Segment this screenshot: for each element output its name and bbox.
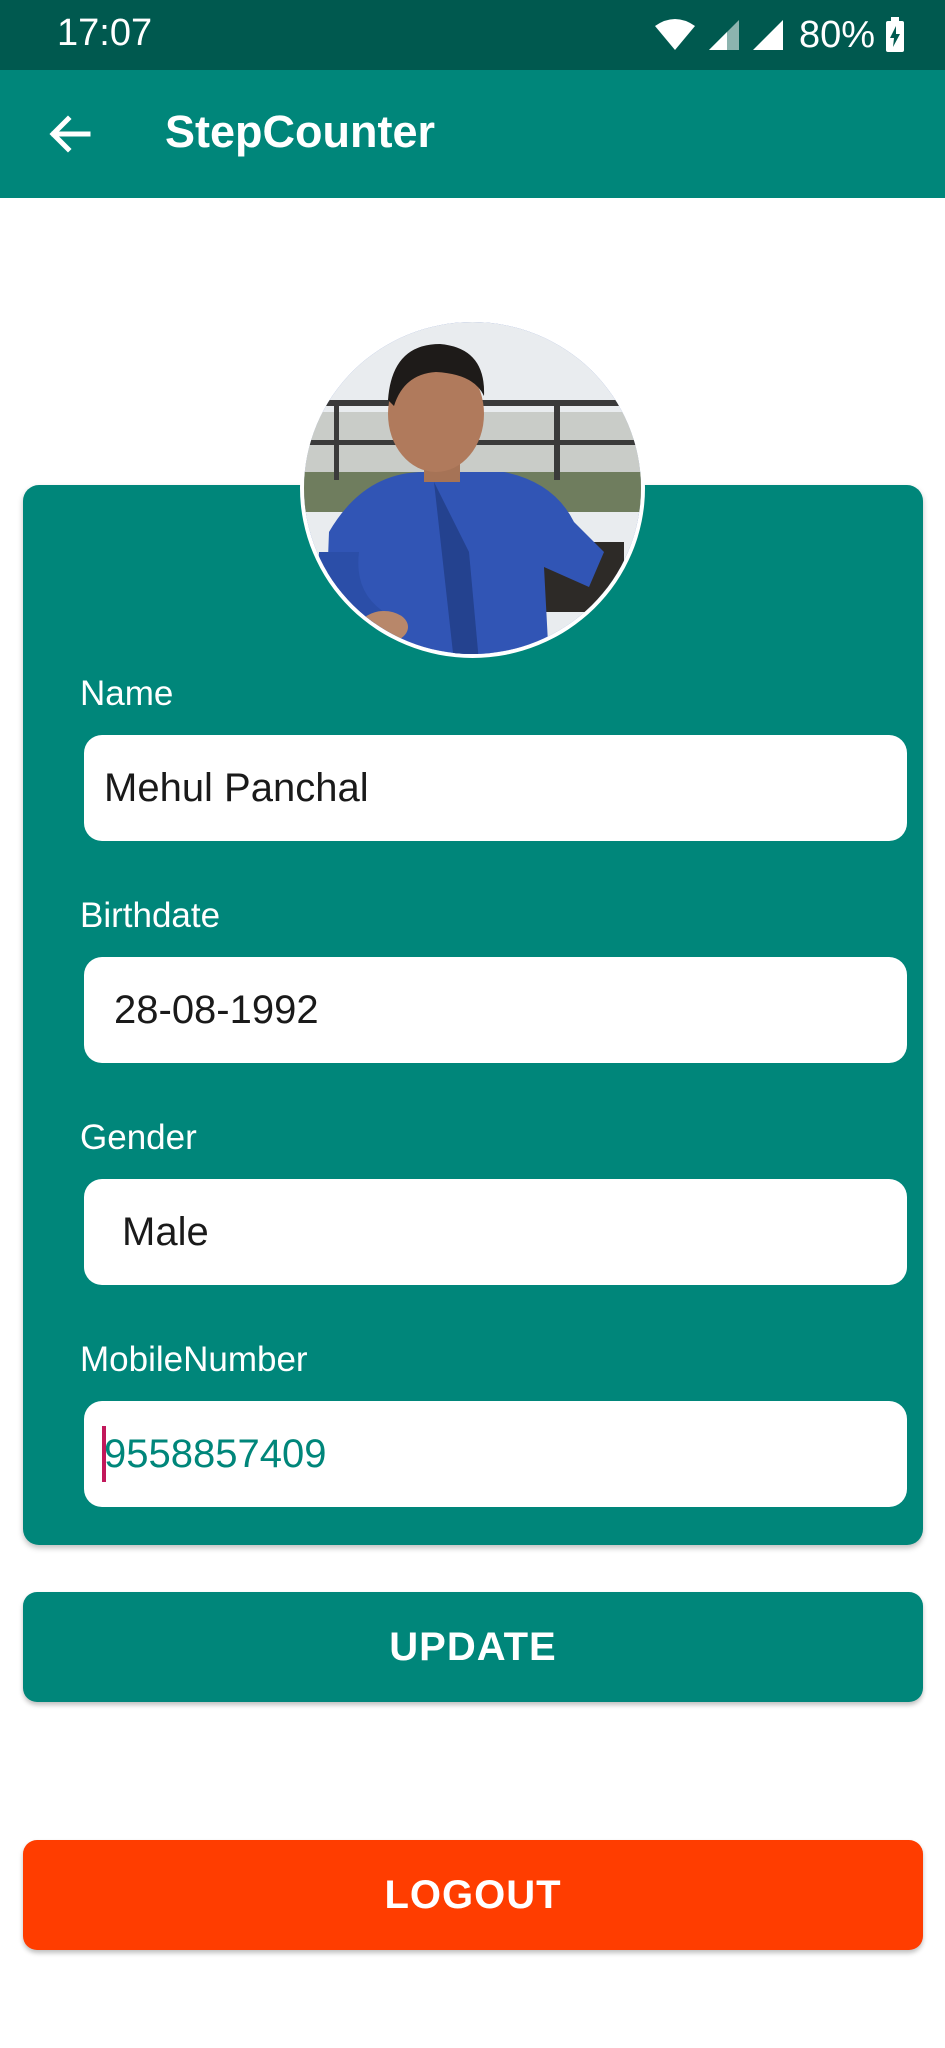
battery-charging-icon [886,17,904,52]
profile-photo [304,322,641,654]
name-field[interactable]: Mehul Panchal [84,735,907,841]
avatar[interactable] [300,318,645,658]
gender-field[interactable]: Male [84,1179,907,1285]
status-icons: 80% [653,14,905,56]
profile-screen: 17:07 80% StepCounter Name Mehul Panchal… [0,0,945,2048]
wifi-icon [654,19,695,50]
mobile-label: MobileNumber [80,1340,308,1379]
signal-icon [752,20,783,50]
birthdate-label: Birthdate [80,896,221,935]
app-bar: StepCounter [0,70,945,198]
gender-value: Male [122,1209,209,1254]
birthdate-field[interactable]: 28-08-1992 [84,957,907,1063]
name-label: Name [80,674,174,713]
arrow-left-icon [49,115,91,153]
mobile-field[interactable]: 9558857409 [84,1401,907,1507]
battery-percent: 80% [798,13,875,56]
logout-button[interactable]: LOGOUT [23,1840,923,1950]
birthdate-value: 28-08-1992 [114,987,319,1032]
gender-label: Gender [80,1118,197,1157]
update-button[interactable]: UPDATE [23,1592,923,1702]
signal-icon [708,20,739,50]
mobile-value: 9558857409 [104,1431,327,1476]
back-button[interactable] [30,94,110,174]
name-value: Mehul Panchal [104,765,369,810]
status-time: 17:07 [57,12,153,54]
status-bar: 17:07 80% [0,0,945,70]
app-title: StepCounter [165,106,435,157]
